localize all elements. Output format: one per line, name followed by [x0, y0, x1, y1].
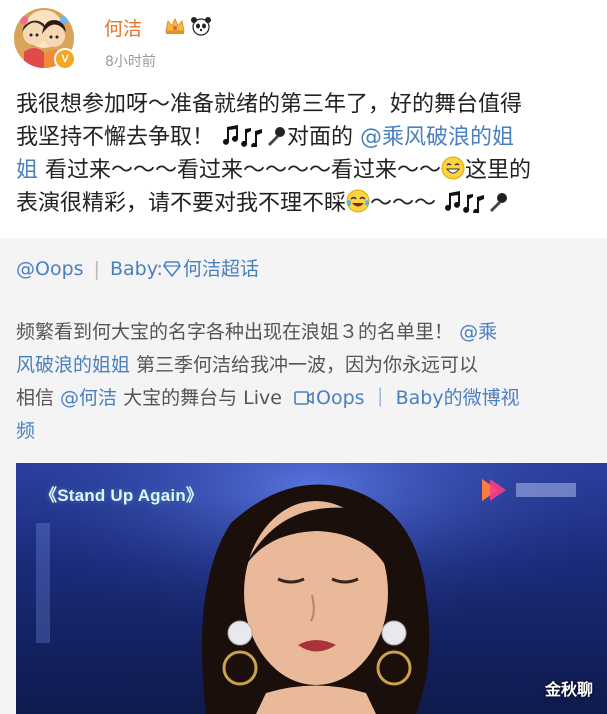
laugh-tears-icon [346, 189, 370, 213]
repost-text-line: 第三季何洁给我冲一波，因为你永远可以 [130, 354, 479, 376]
repost-header: @Oops | Baby: 何洁超话 [16, 254, 259, 281]
grin-icon [441, 156, 465, 180]
video-link[interactable]: Oops ｜ Baby的微博视 [316, 387, 520, 409]
mention-link[interactable]: 姐 [16, 158, 38, 183]
mention-link[interactable]: @乘 [459, 321, 497, 343]
repost-author-link[interactable]: @Oops [16, 258, 84, 280]
post-text-line: 看过来～～～看过来～～～～看过来～～ [38, 158, 442, 183]
mention-link[interactable]: 风破浪的姐姐 [16, 354, 130, 376]
microphone-icon [268, 127, 286, 146]
avatar-container[interactable]: V [14, 8, 76, 70]
username[interactable]: 何洁 [104, 14, 142, 41]
video-thumbnail[interactable]: 《Stand Up Again》 金秋聊 [16, 463, 607, 714]
crown-icon [165, 17, 185, 34]
panda-icon [191, 17, 211, 36]
super-topic-link[interactable]: 何洁超话 [183, 258, 259, 280]
verified-badge-icon: V [54, 48, 76, 70]
post-text-line: 这里的 [465, 158, 532, 183]
tv-logo-icon [482, 479, 576, 501]
video-title: 《Stand Up Again》 [40, 486, 204, 505]
video-link[interactable]: 频 [16, 420, 35, 442]
post-text-line: 对面的 [287, 125, 361, 150]
post-body: 我很想参加呀～准备就绪的第三年了，好的舞台值得 我坚持不懈去争取！ 对面的 @乘… [16, 88, 596, 220]
super-topic-icon [163, 261, 181, 277]
mention-link[interactable]: @何洁 [60, 387, 117, 409]
repost-author-link[interactable]: Baby: [110, 258, 163, 280]
mention-link[interactable]: @乘风破浪的姐 [360, 125, 514, 150]
post-header: V 何洁 8小时前 [14, 8, 594, 70]
microphone-icon [490, 193, 508, 212]
post-timestamp: 8小时前 [105, 54, 156, 70]
repost-text-line: 相信 [16, 387, 61, 409]
music-notes-icon [241, 128, 263, 147]
repost-text-line: 大宝的舞台与 Live [117, 387, 288, 409]
music-note-icon [445, 191, 461, 211]
post-text-line: ～～～ [370, 191, 437, 216]
post-text-line: 表演很精彩，请不要对我不理不睬 [16, 191, 347, 216]
weibo-post: V 何洁 8小时前 我很想参加呀～准备就绪的第三年了，好的舞台值得 我坚持不懈去… [0, 0, 607, 714]
repost-card[interactable]: @Oops | Baby: 何洁超话 频繁看到何大宝的名字各种出现在浪姐３的名单里！ … [0, 238, 607, 714]
music-note-icon [223, 125, 239, 145]
post-text-line: 我很想参加呀～准备就绪的第三年了，好的舞台值得 [16, 92, 523, 117]
watermark: 金秋聊 [544, 680, 593, 699]
separator: | [93, 258, 100, 280]
video-icon [294, 391, 314, 405]
post-text-line: 我坚持不懈去争取！ [16, 125, 215, 150]
repost-text-line: 频繁看到何大宝的名字各种出现在浪姐３的名单里！ [16, 321, 454, 343]
music-notes-icon [463, 194, 485, 213]
repost-body: 频繁看到何大宝的名字各种出现在浪姐３的名单里！ @乘 风破浪的姐姐 第三季何洁给… [16, 316, 596, 448]
